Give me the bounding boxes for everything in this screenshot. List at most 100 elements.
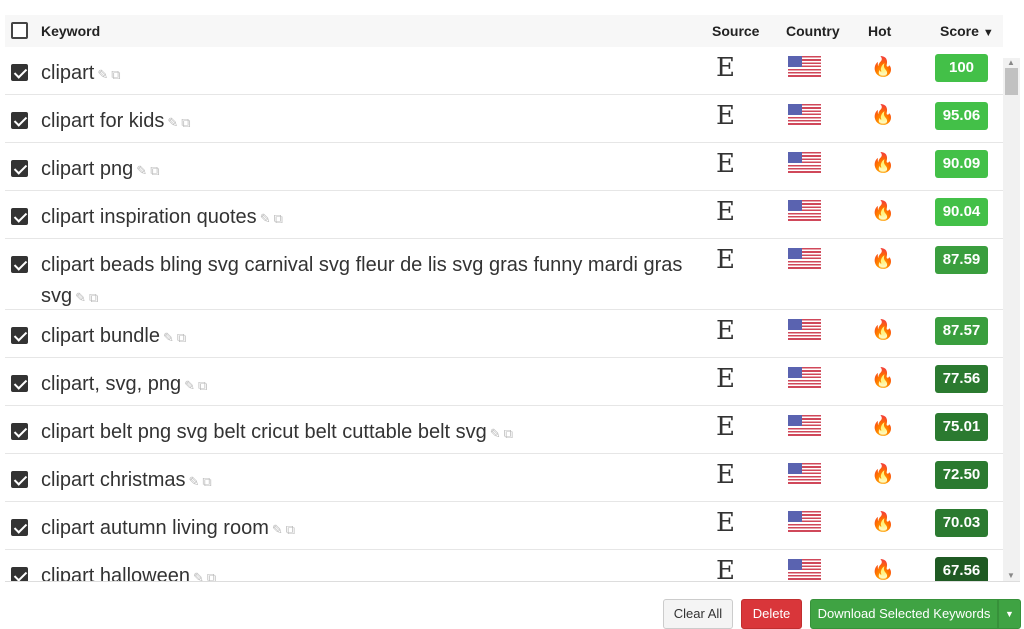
keyword-cell: clipart inspiration quotes ✎ ⧉: [41, 202, 691, 234]
keyword-table: Keyword Source Country Hot Score ▼ clipa…: [5, 15, 1020, 582]
us-flag-icon: [788, 56, 821, 77]
pencil-icon[interactable]: ✎: [260, 211, 271, 226]
pencil-icon[interactable]: ✎: [75, 290, 86, 305]
external-link-icon[interactable]: ⧉: [111, 67, 120, 82]
external-link-icon[interactable]: ⧉: [181, 115, 190, 130]
us-flag-icon: [788, 559, 821, 580]
external-link-icon[interactable]: ⧉: [274, 211, 283, 226]
row-checkbox[interactable]: [11, 327, 28, 344]
score-badge: 77.56: [935, 365, 988, 393]
keyword-header[interactable]: Keyword: [41, 23, 100, 39]
hot-header[interactable]: Hot: [868, 23, 891, 39]
score-badge: 90.04: [935, 198, 988, 226]
table-row: clipart bundle ✎ ⧉ E 🔥 87.57: [5, 310, 1003, 358]
table-body: clipart ✎ ⧉ E 🔥 100 clipart for kids ✎ ⧉ E 🔥…: [5, 47, 1003, 581]
external-link-icon[interactable]: ⧉: [150, 163, 159, 178]
scroll-down-icon[interactable]: ▼: [1007, 571, 1015, 580]
fire-icon: 🔥: [871, 153, 895, 174]
source-etsy-icon: E: [716, 53, 735, 83]
table-row: clipart inspiration quotes ✎ ⧉ E 🔥 90.04: [5, 191, 1003, 239]
us-flag-icon: [788, 511, 821, 532]
keyword-text: clipart inspiration quotes: [41, 206, 257, 228]
keyword-cell: clipart autumn living room ✎ ⧉: [41, 513, 691, 545]
pencil-icon[interactable]: ✎: [167, 115, 178, 130]
row-checkbox[interactable]: [11, 112, 28, 129]
row-checkbox[interactable]: [11, 160, 28, 177]
source-etsy-icon: E: [716, 149, 735, 179]
row-checkbox[interactable]: [11, 375, 28, 392]
source-etsy-icon: E: [716, 316, 735, 346]
select-all-checkbox[interactable]: [11, 22, 28, 39]
row-checkbox[interactable]: [11, 519, 28, 536]
table-row: clipart ✎ ⧉ E 🔥 100: [5, 47, 1003, 95]
external-link-icon[interactable]: ⧉: [286, 522, 295, 537]
fire-icon: 🔥: [871, 249, 895, 270]
source-etsy-icon: E: [716, 412, 735, 442]
row-checkbox[interactable]: [11, 423, 28, 440]
fire-icon: 🔥: [871, 560, 895, 581]
table-row: clipart beads bling svg carnival svg fle…: [5, 239, 1003, 310]
pencil-icon[interactable]: ✎: [272, 522, 283, 537]
source-etsy-icon: E: [716, 197, 735, 227]
table-row: clipart halloween ✎ ⧉ E 🔥 67.56: [5, 550, 1003, 581]
row-checkbox[interactable]: [11, 471, 28, 488]
keyword-text: clipart christmas: [41, 469, 186, 491]
keyword-cell: clipart for kids ✎ ⧉: [41, 106, 691, 138]
row-checkbox[interactable]: [11, 208, 28, 225]
external-link-icon[interactable]: ⧉: [177, 330, 186, 345]
source-etsy-icon: E: [716, 364, 735, 394]
row-checkbox[interactable]: [11, 256, 28, 273]
source-header[interactable]: Source: [712, 23, 759, 39]
scroll-up-icon[interactable]: ▲: [1007, 58, 1015, 67]
keyword-text: clipart: [41, 62, 95, 84]
pencil-icon[interactable]: ✎: [136, 163, 147, 178]
clear-all-button[interactable]: Clear All: [663, 599, 733, 629]
source-etsy-icon: E: [716, 101, 735, 131]
fire-icon: 🔥: [871, 320, 895, 341]
keyword-cell: clipart christmas ✎ ⧉: [41, 465, 691, 497]
keyword-text: clipart, svg, png: [41, 373, 182, 395]
download-dropdown-caret-icon[interactable]: ▼: [998, 599, 1021, 629]
scrollbar[interactable]: ▲ ▼: [1003, 58, 1020, 581]
row-checkbox[interactable]: [11, 567, 28, 581]
score-badge: 70.03: [935, 509, 988, 537]
us-flag-icon: [788, 415, 821, 436]
pencil-icon[interactable]: ✎: [184, 378, 195, 393]
external-link-icon[interactable]: ⧉: [198, 378, 207, 393]
us-flag-icon: [788, 152, 821, 173]
external-link-icon[interactable]: ⧉: [207, 570, 216, 581]
score-badge: 67.56: [935, 557, 988, 581]
score-badge: 75.01: [935, 413, 988, 441]
keyword-text: clipart png: [41, 158, 134, 180]
pencil-icon[interactable]: ✎: [188, 474, 199, 489]
pencil-icon[interactable]: ✎: [97, 67, 108, 82]
table-row: clipart christmas ✎ ⧉ E 🔥 72.50: [5, 454, 1003, 502]
score-badge: 72.50: [935, 461, 988, 489]
source-etsy-icon: E: [716, 460, 735, 490]
external-link-icon[interactable]: ⧉: [504, 426, 513, 441]
fire-icon: 🔥: [871, 416, 895, 437]
fire-icon: 🔥: [871, 105, 895, 126]
pencil-icon[interactable]: ✎: [193, 570, 204, 581]
delete-button[interactable]: Delete: [741, 599, 802, 629]
source-etsy-icon: E: [716, 508, 735, 538]
sort-caret-down-icon: ▼: [982, 27, 994, 39]
country-header[interactable]: Country: [786, 23, 840, 39]
score-badge: 95.06: [935, 102, 988, 130]
pencil-icon[interactable]: ✎: [163, 330, 174, 345]
external-link-icon[interactable]: ⧉: [202, 474, 211, 489]
pencil-icon[interactable]: ✎: [490, 426, 501, 441]
external-link-icon[interactable]: ⧉: [89, 290, 98, 305]
table-row: clipart, svg, png ✎ ⧉ E 🔥 77.56: [5, 358, 1003, 406]
row-checkbox[interactable]: [11, 64, 28, 81]
fire-icon: 🔥: [871, 512, 895, 533]
us-flag-icon: [788, 248, 821, 269]
scrollbar-thumb[interactable]: [1005, 68, 1018, 95]
keyword-text: clipart autumn living room: [41, 517, 269, 539]
us-flag-icon: [788, 200, 821, 221]
score-header[interactable]: Score ▼: [940, 23, 994, 39]
download-selected-keywords-button[interactable]: Download Selected Keywords: [810, 599, 998, 629]
score-badge: 100: [935, 54, 988, 82]
keyword-text: clipart beads bling svg carnival svg fle…: [41, 254, 683, 307]
keyword-text: clipart bundle: [41, 325, 160, 347]
